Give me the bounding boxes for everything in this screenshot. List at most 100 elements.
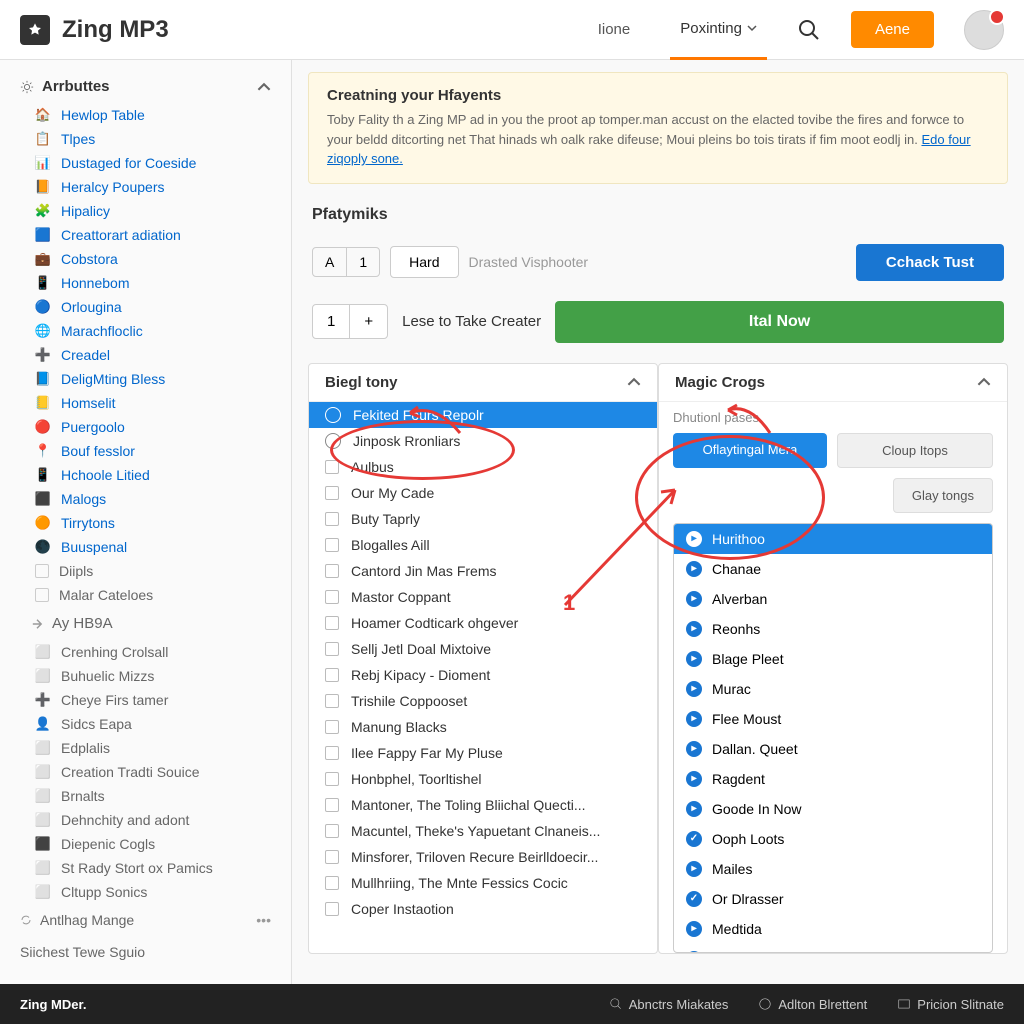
sidebar-item[interactable]: 📘DeligMting Bless bbox=[0, 367, 291, 391]
sidebar-sub-header[interactable]: Ay HB9A bbox=[0, 607, 291, 640]
dropdown-item[interactable]: ▸Chanae bbox=[674, 554, 992, 584]
sidebar-item[interactable]: 📱Hchoole Litied bbox=[0, 463, 291, 487]
dropdown-item[interactable]: ▸Ragdent bbox=[674, 764, 992, 794]
list-item[interactable]: Sellj Jetl Doal Mixtoive bbox=[309, 636, 657, 662]
sidebar-sub-item[interactable]: ⬜St Rady Stort ox Pamics bbox=[0, 856, 291, 880]
dropdown-item[interactable]: ▸Alverban bbox=[674, 584, 992, 614]
dropdown-item[interactable]: ▸Reonhs bbox=[674, 614, 992, 644]
list-item[interactable]: Aulbus bbox=[309, 454, 657, 480]
sidebar-item[interactable]: 🟦Creattorart adiation bbox=[0, 223, 291, 247]
dropdown-item[interactable]: ▸Medtida bbox=[674, 914, 992, 944]
sidebar-sub-item[interactable]: ⬜Creation Tradti Souice bbox=[0, 760, 291, 784]
sidebar-item[interactable]: 📱Honnebom bbox=[0, 271, 291, 295]
list-item[interactable]: Minsforer, Triloven Recure Beirlldoecir.… bbox=[309, 844, 657, 870]
list-item[interactable]: Fekited Fours Repolr bbox=[309, 402, 657, 428]
list-item[interactable]: Honbphel, Toorltishel bbox=[309, 766, 657, 792]
dropdown-item[interactable]: ▸Hurithoo bbox=[674, 524, 992, 554]
plus-button[interactable]: + bbox=[349, 305, 387, 338]
sidebar-sub-item[interactable]: ⬛Diepenic Cogls bbox=[0, 832, 291, 856]
dropdown-item[interactable]: ▸Murac bbox=[674, 674, 992, 704]
list-item[interactable]: Our My Cade bbox=[309, 480, 657, 506]
list-item[interactable]: Mastor Coppant bbox=[309, 584, 657, 610]
item-badge-icon: ▸ bbox=[686, 591, 702, 607]
item-badge-icon: ▸ bbox=[686, 651, 702, 667]
sidebar-item[interactable]: 🔴Puergoolo bbox=[0, 415, 291, 439]
list-item[interactable]: Macuntel, Theke's Yapuetant Clnaneis... bbox=[309, 818, 657, 844]
sidebar-sub-item[interactable]: ⬜Buhuelic Mizzs bbox=[0, 664, 291, 688]
cta-button[interactable]: Aene bbox=[851, 11, 934, 48]
dropdown-item[interactable]: ▸Mailes bbox=[674, 854, 992, 884]
list-item[interactable]: Rebj Kipacy - Dioment bbox=[309, 662, 657, 688]
dropdown-item[interactable]: ▸Figue bbox=[674, 944, 992, 953]
banner-title: Creatning your Hfayents bbox=[327, 87, 989, 104]
list-item[interactable]: Mantoner, The Toling Bliichal Quecti... bbox=[309, 792, 657, 818]
avatar[interactable] bbox=[964, 10, 1004, 50]
more-icon[interactable]: ••• bbox=[256, 912, 271, 928]
sidebar-item[interactable]: ➕Creadel bbox=[0, 343, 291, 367]
list-item[interactable]: Hoamer Codticark ohgever bbox=[309, 610, 657, 636]
sidebar-item[interactable]: 🌑Buuspenal bbox=[0, 535, 291, 559]
dropdown-item[interactable]: ✓Or Dlrasser bbox=[674, 884, 992, 914]
chip-secondary[interactable]: Cloup Itops bbox=[837, 433, 993, 468]
hard-button[interactable]: Hard bbox=[390, 246, 458, 278]
sidebar-footer-2[interactable]: Siichest Tewe Sguio bbox=[0, 936, 291, 968]
sidebar-item[interactable]: Diipls bbox=[0, 559, 291, 583]
arrow-icon bbox=[30, 617, 44, 631]
chevron-up-icon bbox=[627, 375, 641, 389]
sidebar-sub-item[interactable]: ⬜Dehnchity and adont bbox=[0, 808, 291, 832]
list-item[interactable]: Cantord Jin Mas Frems bbox=[309, 558, 657, 584]
sidebar-sub-item[interactable]: ➕Cheye Firs tamer bbox=[0, 688, 291, 712]
right-panel-header[interactable]: Magic Crogs bbox=[659, 364, 1007, 402]
list-item[interactable]: Mullhriing, The Mnte Fessics Cocic bbox=[309, 870, 657, 896]
sidebar-item[interactable]: 🏠Hewlop Table bbox=[0, 103, 291, 127]
dropdown-item[interactable]: ▸Dallan. Queet bbox=[674, 734, 992, 764]
sidebar-sub-item[interactable]: ⬜Cltupp Sonics bbox=[0, 880, 291, 904]
list-item[interactable]: Coper Instaotion bbox=[309, 896, 657, 922]
dropdown-item[interactable]: ▸Goode In Now bbox=[674, 794, 992, 824]
nav-pointing[interactable]: Poxinting bbox=[670, 0, 767, 60]
sidebar-item[interactable]: 🌐Marachfloclic bbox=[0, 319, 291, 343]
footer-link-3[interactable]: Pricion Slitnate bbox=[897, 997, 1004, 1012]
list-item[interactable]: Blogalles Aill bbox=[309, 532, 657, 558]
sidebar-item[interactable]: 📍Bouf fesslor bbox=[0, 439, 291, 463]
now-button[interactable]: Ital Now bbox=[555, 301, 1004, 343]
item-icon: 📱 bbox=[35, 275, 51, 291]
chip-tertiary[interactable]: Glay tongs bbox=[893, 478, 993, 513]
sidebar-item[interactable]: 📊Dustaged for Coeside bbox=[0, 151, 291, 175]
list-item[interactable]: Ilee Fappy Far My Pluse bbox=[309, 740, 657, 766]
search-icon[interactable] bbox=[797, 18, 821, 42]
sidebar-item[interactable]: 🔵Orlougina bbox=[0, 295, 291, 319]
sidebar-sub-item[interactable]: ⬜Edplalis bbox=[0, 736, 291, 760]
left-panel-header[interactable]: Biegl tony bbox=[309, 364, 657, 402]
sidebar-sub-item[interactable]: ⬜Crenhing Crolsall bbox=[0, 640, 291, 664]
footer-brand: Zing MDer. bbox=[20, 997, 86, 1012]
checkbox-icon bbox=[325, 694, 339, 708]
dropdown-item[interactable]: ▸Flee Moust bbox=[674, 704, 992, 734]
sidebar-item[interactable]: ⬛Malogs bbox=[0, 487, 291, 511]
list-item[interactable]: Buty Taprly bbox=[309, 506, 657, 532]
list-item[interactable]: Jinposk Rronliars bbox=[309, 428, 657, 454]
sidebar-item[interactable]: 📙Heralcy Poupers bbox=[0, 175, 291, 199]
sidebar-item[interactable]: Malar Cateloes bbox=[0, 583, 291, 607]
sidebar-item[interactable]: 🧩Hipalicy bbox=[0, 199, 291, 223]
sidebar-footer-1[interactable]: Antlhag Mange ••• bbox=[0, 904, 291, 936]
list-item[interactable]: Manung Blacks bbox=[309, 714, 657, 740]
sidebar-header[interactable]: Arrbuttes bbox=[0, 70, 291, 103]
sidebar-sub-item[interactable]: ⬜Brnalts bbox=[0, 784, 291, 808]
nav-home[interactable]: Iione bbox=[588, 1, 641, 58]
sidebar-item[interactable]: 💼Cobstora bbox=[0, 247, 291, 271]
dropdown-item[interactable]: ✓Ooph Loots bbox=[674, 824, 992, 854]
qty-selector[interactable]: A 1 bbox=[312, 247, 380, 277]
dropdown-list[interactable]: ▸Hurithoo▸Chanae▸Alverban▸Reonhs▸Blage P… bbox=[673, 523, 993, 953]
sidebar-item[interactable]: 📒Homselit bbox=[0, 391, 291, 415]
footer-link-2[interactable]: Adlton Blrettent bbox=[758, 997, 867, 1012]
check-button[interactable]: Cchack Tust bbox=[856, 244, 1004, 281]
list-item[interactable]: Trishile Coppooset bbox=[309, 688, 657, 714]
sidebar-item[interactable]: 📋Tlpes bbox=[0, 127, 291, 151]
sidebar-sub-item[interactable]: 👤Sidcs Eapa bbox=[0, 712, 291, 736]
sidebar-item[interactable]: 🟠Tirrytons bbox=[0, 511, 291, 535]
footer-link-1[interactable]: Abnctrs Miakates bbox=[609, 997, 729, 1012]
quantity-stepper[interactable]: 1 + bbox=[312, 304, 388, 339]
chip-primary[interactable]: Oflaytingal Mera bbox=[673, 433, 827, 468]
dropdown-item[interactable]: ▸Blage Pleet bbox=[674, 644, 992, 674]
